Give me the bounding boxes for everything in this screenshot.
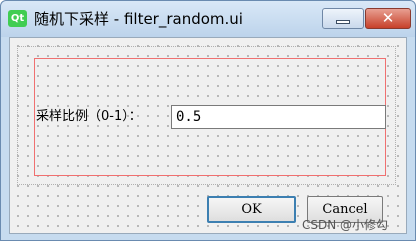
title-bar[interactable]: Qt 随机下采样 - filter_random.ui ✕ — [1, 1, 415, 37]
ok-button[interactable]: OK — [207, 196, 296, 223]
close-icon: ✕ — [381, 9, 395, 27]
minimize-button[interactable] — [322, 8, 364, 29]
window-title: 随机下采样 - filter_random.ui — [34, 10, 243, 28]
dialog-window: Qt 随机下采样 - filter_random.ui ✕ 采样比例（0-1）：… — [0, 0, 416, 241]
sampling-ratio-input[interactable] — [171, 105, 386, 129]
minimize-icon — [336, 19, 350, 24]
designer-form-canvas: 采样比例（0-1）： OK Cancel — [9, 37, 407, 234]
qt-logo-icon: Qt — [8, 10, 27, 27]
close-button[interactable]: ✕ — [365, 8, 411, 29]
sampling-ratio-label: 采样比例（0-1）： — [36, 109, 142, 124]
csdn-watermark: CSDN @小修勾 — [302, 218, 389, 232]
